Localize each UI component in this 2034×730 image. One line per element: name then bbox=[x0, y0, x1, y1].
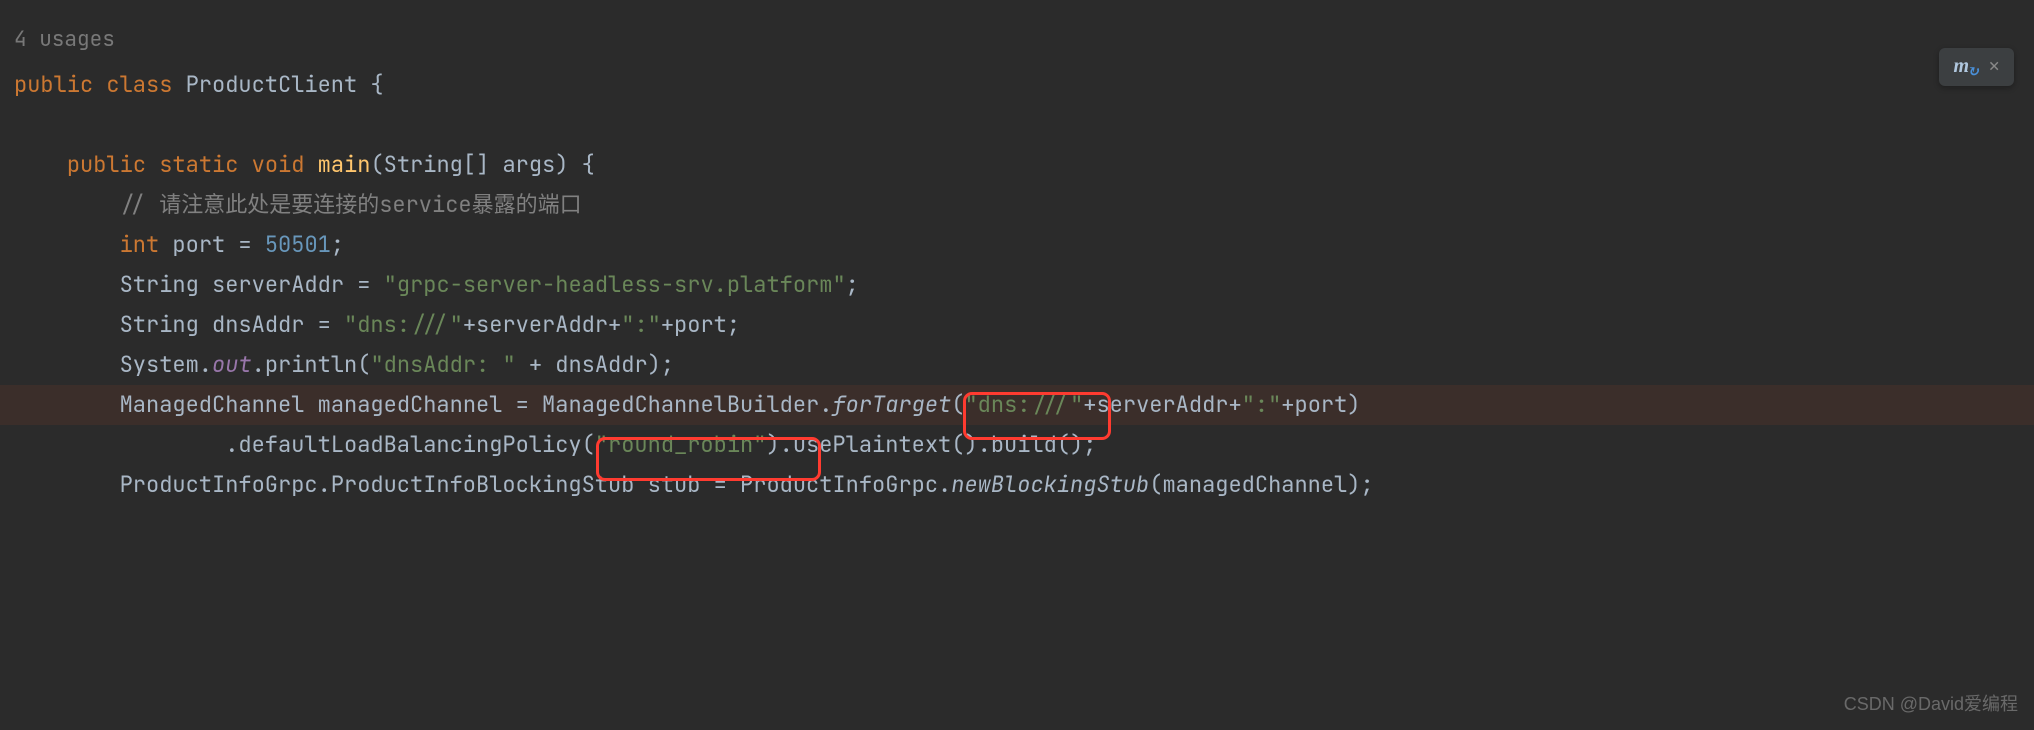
usages-hint[interactable]: 4 usages bbox=[0, 20, 2034, 60]
params: (String[] args) { bbox=[370, 150, 594, 179]
static-field: out bbox=[212, 350, 252, 379]
close-icon[interactable]: ✕ bbox=[1989, 47, 2000, 87]
load-balancing-line[interactable]: .defaultLoadBalancingPolicy("round_robin… bbox=[0, 425, 2034, 465]
code-editor[interactable]: 4 usages public class ProductClient { pu… bbox=[0, 0, 2034, 505]
comment-line[interactable]: // 请注意此处是要连接的service暴露的端口 bbox=[0, 185, 2034, 225]
class-name: ProductClient bbox=[186, 70, 358, 99]
managed-channel-line[interactable]: ManagedChannel managedChannel = ManagedC… bbox=[0, 385, 2034, 425]
comment: // 请注意此处是要连接的service暴露的端口 bbox=[120, 190, 582, 219]
dns-addr-line[interactable]: String dnsAddr = "dns:///"+serverAddr+":… bbox=[0, 305, 2034, 345]
method-name: main bbox=[318, 150, 371, 179]
editor-floating-toolbar[interactable]: m↻ ✕ bbox=[1939, 48, 2014, 86]
blank-line bbox=[0, 105, 2034, 145]
stub-line[interactable]: ProductInfoGrpc.ProductInfoBlockingStub … bbox=[0, 465, 2034, 505]
server-addr-line[interactable]: String serverAddr = "grpc-server-headles… bbox=[0, 265, 2034, 305]
port-line[interactable]: int port = 50501; bbox=[0, 225, 2034, 265]
main-method-line[interactable]: public static void main(String[] args) { bbox=[0, 145, 2034, 185]
watermark: CSDN @David爱编程 bbox=[1844, 684, 2018, 724]
println-line[interactable]: System.out.println("dnsAddr: " + dnsAddr… bbox=[0, 345, 2034, 385]
maven-refresh-icon[interactable]: m↻ bbox=[1953, 46, 1980, 89]
number-literal: 50501 bbox=[265, 230, 331, 259]
class-declaration-line[interactable]: public class ProductClient { bbox=[0, 65, 2034, 105]
keyword: public static void bbox=[67, 150, 305, 179]
string-literal: "grpc-server-headless-srv.platform" bbox=[384, 270, 846, 299]
static-method: newBlockingStub bbox=[951, 470, 1149, 499]
keyword: public class bbox=[14, 70, 172, 99]
static-method: forTarget bbox=[832, 390, 951, 419]
